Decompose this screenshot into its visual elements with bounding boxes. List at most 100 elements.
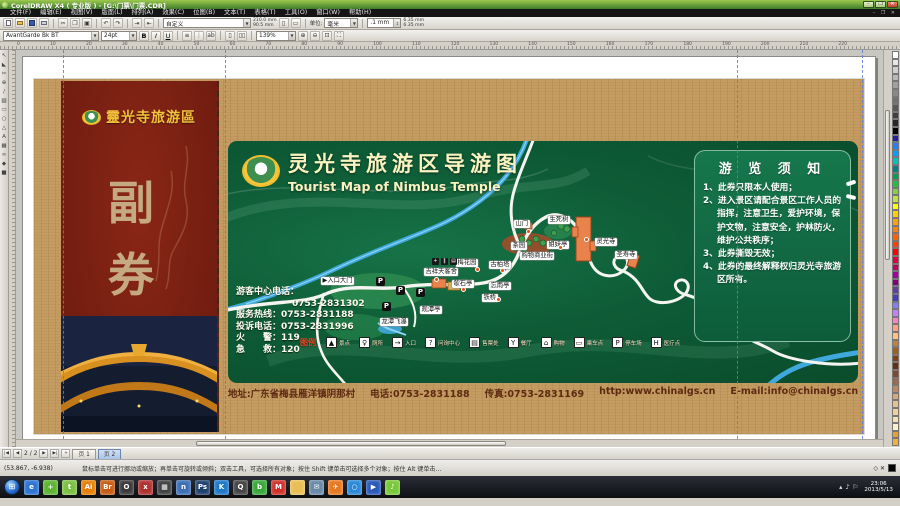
zoom-level-combo[interactable]: 139%▼: [256, 31, 296, 41]
taskbar-app-icon[interactable]: b: [252, 480, 267, 495]
color-swatch[interactable]: [892, 309, 899, 317]
color-swatch[interactable]: [892, 302, 899, 310]
poi-marker-icon[interactable]: [500, 268, 505, 273]
first-page-icon[interactable]: |◀: [2, 449, 11, 458]
color-swatch[interactable]: [892, 340, 899, 348]
color-swatch[interactable]: [892, 81, 899, 89]
italic-button[interactable]: I: [151, 31, 161, 41]
add-page-icon[interactable]: +: [61, 449, 70, 458]
parking-icon[interactable]: P: [382, 302, 391, 311]
chevron-down-icon[interactable]: ▼: [350, 19, 357, 27]
map-label[interactable]: 忘雨亭: [489, 282, 511, 290]
landscape-button[interactable]: ▭: [291, 18, 301, 28]
map-label[interactable]: 生死树: [548, 216, 570, 224]
color-swatch[interactable]: [892, 416, 899, 424]
minimize-button[interactable]: –: [863, 1, 874, 8]
drawing-canvas[interactable]: 靈光寺旅游區 副 券: [16, 50, 883, 439]
map-label[interactable]: 茶园: [511, 242, 527, 250]
undo-button[interactable]: ↶: [101, 18, 111, 28]
taskbar-app-icon[interactable]: e: [24, 480, 39, 495]
scrollbar-thumb[interactable]: [885, 110, 890, 260]
map-label[interactable]: 龙潭飞瀑: [380, 318, 408, 326]
title-bar[interactable]: CorelDRAW X4 ( 专业版 ) - [G:\门票\门票.CDR] – …: [0, 0, 900, 9]
taskbar-app-icon[interactable]: ✉: [309, 480, 324, 495]
taskbar-app-icon[interactable]: Ai: [81, 480, 96, 495]
poi-marker-icon[interactable]: [496, 297, 501, 302]
facing-pages-view-button[interactable]: ▯▯: [237, 31, 247, 41]
taskbar-app-icon[interactable]: n: [176, 480, 191, 495]
font-size-combo[interactable]: 24pt▼: [101, 31, 137, 41]
paper-size-fields[interactable]: 210.0 mm90.5 mm: [253, 18, 277, 28]
chevron-down-icon[interactable]: ▼: [91, 32, 98, 40]
color-swatch[interactable]: [892, 332, 899, 340]
color-swatch[interactable]: [892, 431, 899, 439]
toolbox-tool[interactable]: ◆: [0, 160, 8, 168]
color-swatch[interactable]: [892, 218, 899, 226]
taskbar-app-icon[interactable]: ▶: [366, 480, 381, 495]
color-swatch[interactable]: [892, 370, 899, 378]
cut-icon[interactable]: ✂: [58, 18, 68, 28]
duplicate-distance-fields[interactable]: 6.35 mm6.35 mm: [403, 18, 424, 28]
color-swatch[interactable]: [892, 233, 899, 241]
taskbar-app-icon[interactable]: O: [119, 480, 134, 495]
color-swatch[interactable]: [892, 51, 899, 59]
single-page-view-button[interactable]: ▯: [225, 31, 235, 41]
taskbar-app-icon[interactable]: t: [62, 480, 77, 495]
menu-item[interactable]: 窗口(W): [316, 9, 340, 17]
menu-item[interactable]: 视图(V): [71, 9, 93, 17]
tourist-map-panel[interactable]: 灵光寺旅游区导游图 Tourist Map of Nimbus Temple 游…: [228, 141, 858, 383]
guideline[interactable]: [225, 50, 226, 439]
tray-icon[interactable]: ▴: [839, 483, 842, 491]
map-label[interactable]: 圣寿寺: [615, 251, 637, 259]
parking-icon[interactable]: P: [376, 277, 385, 286]
color-swatch[interactable]: [892, 264, 899, 272]
horizontal-scrollbar[interactable]: [16, 439, 883, 447]
menu-item[interactable]: 工具(O): [285, 9, 307, 17]
color-swatch[interactable]: [892, 294, 899, 302]
map-label[interactable]: 灵光寺: [595, 238, 617, 246]
bold-button[interactable]: B: [139, 31, 149, 41]
color-swatch[interactable]: [892, 362, 899, 370]
color-swatch[interactable]: [892, 423, 899, 431]
color-swatch[interactable]: [892, 271, 899, 279]
color-swatch[interactable]: [892, 104, 899, 112]
taskbar-app-icon[interactable]: [290, 480, 305, 495]
color-swatch[interactable]: [892, 438, 899, 446]
color-swatch[interactable]: [892, 210, 899, 218]
map-label[interactable]: 购物商业街: [520, 252, 554, 260]
chevron-down-icon[interactable]: ▼: [129, 32, 136, 40]
color-swatch[interactable]: [892, 385, 899, 393]
color-swatch[interactable]: [892, 112, 899, 120]
last-page-icon[interactable]: ▶|: [50, 449, 59, 458]
zoom-in-icon[interactable]: ⊕: [298, 31, 308, 41]
color-swatch[interactable]: [892, 347, 899, 355]
color-swatch[interactable]: [892, 256, 899, 264]
menu-item[interactable]: 效果(C): [162, 9, 184, 17]
menu-item[interactable]: 文件(F): [10, 9, 31, 17]
color-swatch[interactable]: [892, 355, 899, 363]
menu-item[interactable]: 版面(L): [101, 9, 122, 17]
color-swatch[interactable]: [892, 241, 899, 249]
poi-marker-icon[interactable]: [526, 229, 531, 234]
underline-button[interactable]: U: [163, 31, 173, 41]
toolbox-tool[interactable]: ■: [0, 169, 8, 177]
tray-icon[interactable]: ♪: [845, 483, 849, 491]
zoom-out-icon[interactable]: ⊖: [310, 31, 320, 41]
toolbox-tool[interactable]: /: [0, 88, 8, 96]
toolbox-tool[interactable]: ▧: [0, 97, 8, 105]
color-swatch[interactable]: [892, 180, 899, 188]
guideline[interactable]: [862, 50, 863, 439]
color-swatch[interactable]: [892, 59, 899, 67]
toolbox-tool[interactable]: ⊕: [0, 79, 8, 87]
color-swatch[interactable]: [892, 188, 899, 196]
page-tab-1[interactable]: 页 1: [72, 449, 95, 459]
taskbar-app-icon[interactable]: ✈: [328, 480, 343, 495]
edit-text-button[interactable]: ab: [206, 31, 216, 41]
taskbar-app-icon[interactable]: ○: [347, 480, 362, 495]
parking-icon[interactable]: P: [396, 286, 405, 295]
toolbox-tool[interactable]: ◣: [0, 61, 8, 69]
menu-item[interactable]: 文本(T): [224, 9, 245, 17]
import-button[interactable]: ⇥: [132, 18, 142, 28]
taskbar-app-icon[interactable]: K: [214, 480, 229, 495]
vertical-scrollbar[interactable]: [883, 50, 891, 447]
